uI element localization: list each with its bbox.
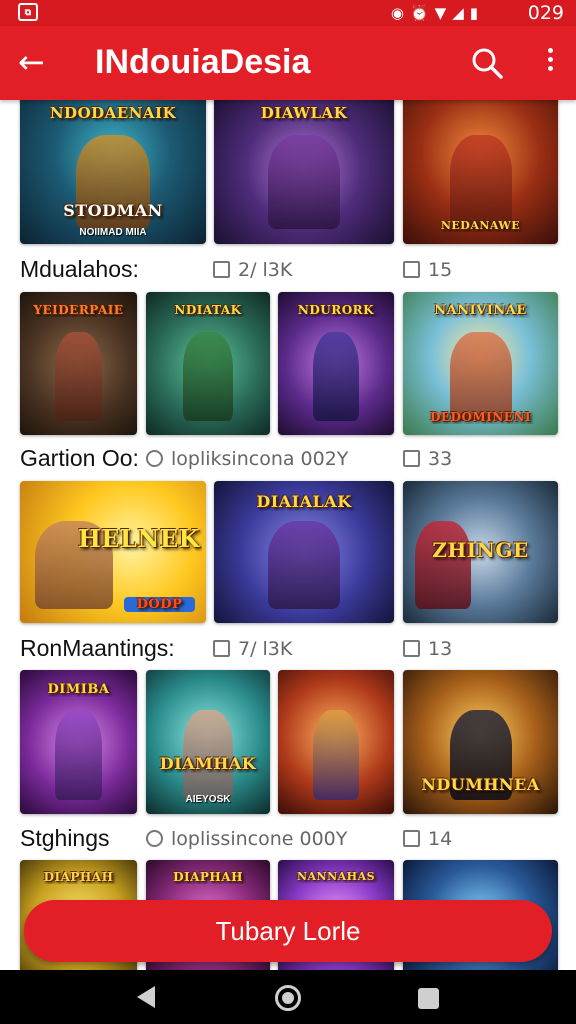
tile-title: ZHINGE xyxy=(432,537,529,562)
tile-title: NDURORK xyxy=(297,303,375,318)
tile-title: NDUMHNEA xyxy=(421,774,540,794)
tile-title: NANIVINAE xyxy=(434,303,527,319)
tile-title: DIAPHAH xyxy=(173,869,243,884)
tile-caption: DEDOMINENI xyxy=(429,409,531,424)
app-bar: ← INdouiaDesia xyxy=(0,26,576,100)
flag-icon xyxy=(403,450,420,467)
game-tile[interactable]: DIAMHAK AIEYOSK xyxy=(146,670,270,814)
tile-caption: AIEYOSK xyxy=(185,794,231,806)
flag-icon xyxy=(403,640,420,657)
status-time: 029 xyxy=(527,2,564,24)
primary-action-button[interactable]: Tubary Lorle xyxy=(24,900,552,962)
status-bar: ⧉ ◉⏰▼◢▮ 029 xyxy=(0,0,576,26)
row-meta-rating: 33 xyxy=(403,445,452,473)
flag-icon xyxy=(403,261,420,278)
game-tile[interactable] xyxy=(278,670,394,814)
tile-title: NDODAENAIK xyxy=(49,104,177,123)
tile-caption: NEDANAWE xyxy=(440,218,521,232)
tile-title: DIAWLAK xyxy=(260,104,348,123)
row-title: Stghings xyxy=(20,825,110,851)
row-meta-count: loplissincone 000Y xyxy=(146,825,347,853)
tile-caption: NOIIMAD MIIA xyxy=(79,226,147,238)
bookmark-icon xyxy=(213,261,230,278)
row-meta-count: 2/ l3K xyxy=(213,256,292,284)
app-title: INdouiaDesia xyxy=(95,43,311,81)
clock-icon xyxy=(146,830,163,847)
status-icons: ◉⏰▼◢▮ xyxy=(390,4,484,22)
tile-caption: DODP xyxy=(124,596,195,612)
tile-title: NANNAHAS xyxy=(296,869,376,883)
gallery-icon: ⧉ xyxy=(18,3,38,21)
game-tile[interactable]: NDURORK xyxy=(278,292,394,435)
row-title: Gartion Oo: xyxy=(20,445,139,471)
game-tile[interactable]: NDIATAK xyxy=(146,292,270,435)
flag-icon xyxy=(403,830,420,847)
system-nav-bar xyxy=(0,970,576,1024)
nav-back-icon[interactable] xyxy=(137,986,155,1008)
row-title: RonMaantings: xyxy=(20,635,175,661)
game-tile[interactable]: DIMIBA xyxy=(20,670,137,814)
game-tile[interactable]: ZHINGE xyxy=(403,481,558,623)
row-meta-count: lopliksincona 002Y xyxy=(146,445,348,473)
game-tile[interactable]: NDUMHNEA xyxy=(403,670,558,814)
game-tile[interactable]: NEDANAWE xyxy=(403,100,558,244)
clock-icon xyxy=(146,450,163,467)
game-tile[interactable]: NDODAENAIK STODMAN NOIIMAD MIIA xyxy=(20,100,206,244)
row-meta-count: 7/ l3K xyxy=(213,635,292,663)
row-meta-rating: 14 xyxy=(403,825,452,853)
game-tile[interactable]: DIAIALAK xyxy=(214,481,394,623)
row-title: Mdualahos: xyxy=(20,256,139,282)
game-tile[interactable]: DIAWLAK xyxy=(214,100,394,244)
nav-recents-icon[interactable] xyxy=(418,988,439,1009)
tile-title: YEIDERPAIE xyxy=(33,303,124,318)
tile-subtitle: STODMAN xyxy=(63,200,163,220)
more-vert-icon[interactable] xyxy=(540,44,560,80)
game-tile[interactable]: NANIVINAE DEDOMINENI xyxy=(403,292,558,435)
game-tile[interactable]: YEIDERPAIE xyxy=(20,292,137,435)
search-icon[interactable] xyxy=(470,46,504,80)
game-grid: NDODAENAIK STODMAN NOIIMAD MIIA DIAWLAK … xyxy=(0,100,576,970)
game-tile[interactable]: HELNEK DODP xyxy=(20,481,206,623)
nav-home-icon[interactable] xyxy=(275,985,301,1011)
tile-title: DIAPHAH xyxy=(43,869,114,884)
tile-title: DIAIALAK xyxy=(256,492,352,512)
row-meta-rating: 15 xyxy=(403,256,452,284)
tile-title: DIAMHAK xyxy=(159,753,257,773)
tile-title: DIMIBA xyxy=(47,681,110,697)
back-arrow-icon[interactable]: ← xyxy=(18,44,50,80)
row-meta-rating: 13 xyxy=(403,635,452,663)
tile-title: HELNEK xyxy=(78,523,200,553)
bookmark-icon xyxy=(213,640,230,657)
tile-title: NDIATAK xyxy=(174,303,242,318)
